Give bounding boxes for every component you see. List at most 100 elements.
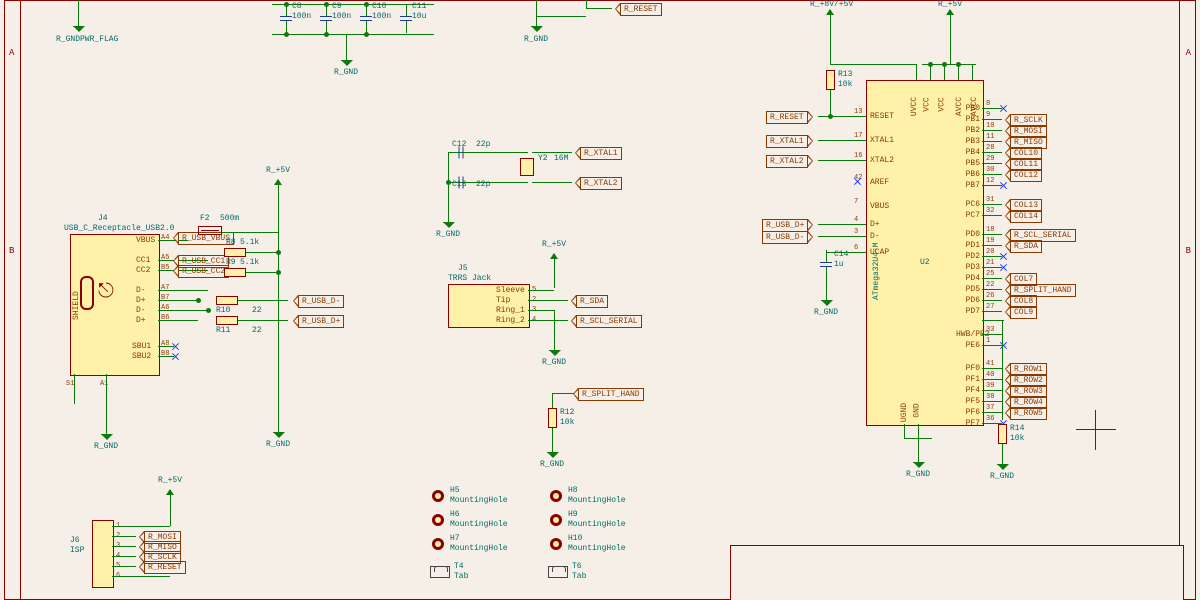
title-block — [730, 545, 1184, 600]
pnum: 37 — [986, 404, 994, 412]
pin-reset: RESET — [870, 112, 894, 121]
ref-r10: R10 — [216, 306, 230, 315]
wire — [982, 311, 1002, 312]
no-connect-icon — [1000, 264, 1007, 271]
wire — [982, 204, 1002, 205]
pin-dp2: D+ — [136, 316, 146, 325]
pnum: 16 — [854, 152, 862, 160]
pnum: 10 — [986, 122, 994, 130]
pin-dm: D- — [136, 286, 146, 295]
gnd-icon — [448, 212, 449, 222]
pwr-icon — [830, 10, 831, 24]
ref-c8: C8 — [292, 2, 302, 11]
val-h8: MountingHole — [568, 496, 626, 505]
val-c14: 1u — [834, 260, 844, 269]
val-h5: MountingHole — [450, 496, 508, 505]
junction — [942, 62, 947, 67]
cap-c9 — [326, 10, 327, 28]
pnum: 8 — [986, 100, 990, 108]
pin-xtal1: XTAL1 — [870, 136, 894, 145]
crystal-y2 — [520, 158, 534, 176]
wire — [982, 300, 1002, 301]
pin-pf4: PF4 — [956, 386, 980, 395]
pin-d+: D+ — [870, 220, 880, 229]
pwr-lbl: R_+5V — [938, 0, 962, 9]
wire — [112, 566, 136, 567]
wire — [346, 34, 347, 50]
pin-pf7: PF7 — [956, 419, 980, 428]
wire — [982, 163, 1002, 164]
wire — [112, 546, 136, 547]
pin-pd7: PD7 — [956, 307, 980, 316]
pin-pd6: PD6 — [956, 296, 980, 305]
no-connect-icon — [172, 343, 179, 350]
pnum: 26 — [986, 292, 994, 300]
pin-r1: Ring_1 — [496, 306, 525, 315]
ref-j6: J6 — [70, 536, 80, 545]
net-pd7: COL9 — [1010, 306, 1037, 319]
wire — [830, 24, 831, 64]
ref-c11: C11 — [412, 2, 426, 11]
pin-aref: AREF — [870, 178, 889, 187]
mounting-hole-icon — [550, 514, 562, 526]
pnum: 19 — [986, 237, 994, 245]
wire — [528, 320, 568, 321]
net-usb-dm: R_USB_D- — [298, 295, 344, 308]
gnd-lbl: R_GND — [990, 472, 1014, 481]
wire — [826, 276, 827, 290]
net-sda: R_SDA — [576, 295, 608, 308]
gnd-icon — [1002, 454, 1003, 464]
net-pd1: R_SDA — [1010, 240, 1042, 253]
usb-icon: ⎋ — [98, 280, 114, 304]
wire — [982, 320, 1004, 321]
pin-pd1: PD1 — [956, 241, 980, 250]
pin-hwb-pe2: HWB/PE2 — [956, 330, 980, 339]
ref-h5: H5 — [450, 486, 460, 495]
wire — [982, 368, 1002, 369]
wire — [222, 232, 278, 233]
val-r10: 22 — [252, 306, 262, 315]
wire — [112, 556, 136, 557]
wire — [982, 152, 1002, 153]
wire — [982, 412, 1002, 413]
schematic-sheet: A A B B C8 100n C9 100n C10 100n C11 10u… — [0, 0, 1200, 600]
val-r8: 5.1k — [240, 238, 259, 247]
val-r12: 10k — [560, 418, 574, 427]
val-f2: 500m — [220, 214, 239, 223]
pwr-lbl: R_+5V — [266, 166, 290, 175]
net-xtal1: R_XTAL1 — [580, 147, 622, 160]
pin-pb6: PB6 — [956, 170, 980, 179]
pin-pb1: PB1 — [956, 115, 980, 124]
wire — [246, 252, 278, 253]
pin-shield: SHIELD — [72, 291, 81, 320]
pin-pd5: PD5 — [956, 285, 980, 294]
gndpwr-icon — [78, 16, 79, 26]
wire — [982, 278, 1002, 279]
wire — [982, 119, 1002, 120]
wire — [158, 300, 198, 301]
net-pc7: COL14 — [1010, 210, 1042, 223]
gnd-icon — [918, 452, 919, 462]
gnd-lbl: R_GND — [94, 442, 118, 451]
pnum: 39 — [986, 382, 994, 390]
pin-pf6: PF6 — [956, 408, 980, 417]
wire — [982, 256, 1002, 257]
pwr-icon — [554, 254, 555, 268]
pin-ugnd: UGND — [900, 403, 909, 422]
pin-dp: D+ — [136, 296, 146, 305]
isp-header — [92, 520, 114, 588]
wire — [818, 236, 866, 237]
ref-r12: R12 — [560, 408, 574, 417]
net-xtal2: R_XTAL2 — [580, 177, 622, 190]
val-j4: USB_C_Receptacle_USB2.0 — [64, 224, 174, 233]
ref-c9: C9 — [332, 2, 342, 11]
ref-c12: C12 — [452, 140, 466, 149]
wire — [586, 0, 587, 8]
pin-pc6: PC6 — [956, 200, 980, 209]
ref-j4: J4 — [98, 214, 108, 223]
wire — [818, 160, 866, 161]
net-reset: R_RESET — [620, 3, 662, 16]
ref-r13: R13 — [838, 70, 852, 79]
gnd-icon — [278, 422, 279, 432]
wire — [818, 224, 866, 225]
